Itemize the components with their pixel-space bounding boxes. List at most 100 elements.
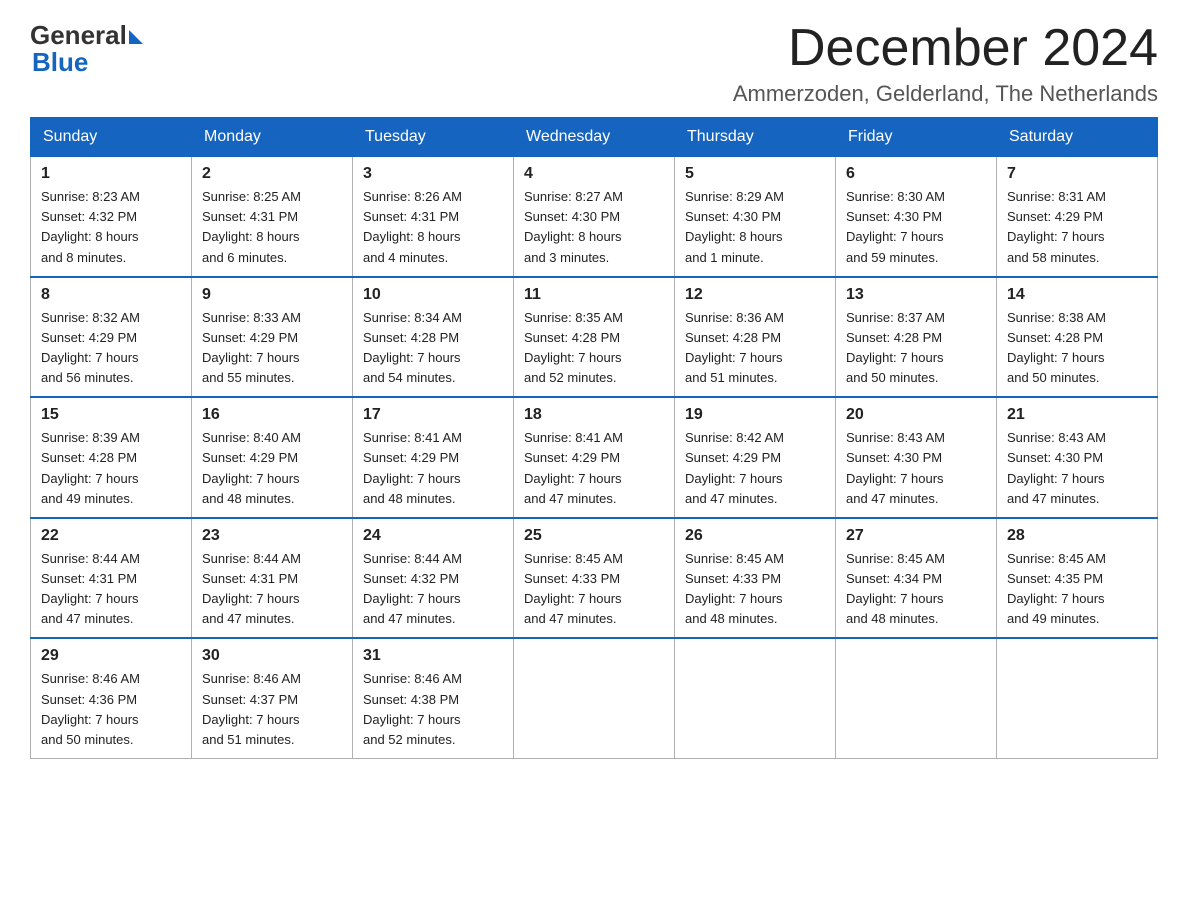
calendar-cell: 6 Sunrise: 8:30 AMSunset: 4:30 PMDaylight… [836,157,997,277]
calendar-cell: 5 Sunrise: 8:29 AMSunset: 4:30 PMDaylight… [675,157,836,277]
day-number: 27 [846,527,986,545]
calendar-week-row: 15 Sunrise: 8:39 AMSunset: 4:28 PMDayligh… [31,397,1158,518]
logo: General Blue [30,20,143,78]
calendar-cell: 31 Sunrise: 8:46 AMSunset: 4:38 PMDayligh… [353,638,514,758]
day-number: 17 [363,406,503,424]
day-info: Sunrise: 8:44 AMSunset: 4:31 PMDaylight:… [41,551,140,626]
calendar-week-row: 8 Sunrise: 8:32 AMSunset: 4:29 PMDaylight… [31,277,1158,398]
day-info: Sunrise: 8:35 AMSunset: 4:28 PMDaylight:… [524,310,623,385]
calendar-week-row: 1 Sunrise: 8:23 AMSunset: 4:32 PMDaylight… [31,157,1158,277]
day-number: 9 [202,286,342,304]
day-number: 13 [846,286,986,304]
calendar-cell: 17 Sunrise: 8:41 AMSunset: 4:29 PMDayligh… [353,397,514,518]
day-number: 31 [363,647,503,665]
calendar-cell: 14 Sunrise: 8:38 AMSunset: 4:28 PMDayligh… [997,277,1158,398]
day-info: Sunrise: 8:46 AMSunset: 4:38 PMDaylight:… [363,671,462,746]
day-info: Sunrise: 8:42 AMSunset: 4:29 PMDaylight:… [685,430,784,505]
logo-text-blue: Blue [32,47,143,78]
day-info: Sunrise: 8:37 AMSunset: 4:28 PMDaylight:… [846,310,945,385]
calendar-cell: 25 Sunrise: 8:45 AMSunset: 4:33 PMDayligh… [514,518,675,639]
day-number: 19 [685,406,825,424]
day-number: 30 [202,647,342,665]
calendar-cell: 24 Sunrise: 8:44 AMSunset: 4:32 PMDayligh… [353,518,514,639]
header: General Blue December 2024 Ammerzoden, G… [30,20,1158,107]
calendar-cell: 8 Sunrise: 8:32 AMSunset: 4:29 PMDaylight… [31,277,192,398]
day-info: Sunrise: 8:32 AMSunset: 4:29 PMDaylight:… [41,310,140,385]
day-number: 28 [1007,527,1147,545]
calendar-cell: 28 Sunrise: 8:45 AMSunset: 4:35 PMDayligh… [997,518,1158,639]
day-number: 8 [41,286,181,304]
calendar-cell: 11Sunrise: 8:35 AMSunset: 4:28 PMDayligh… [514,277,675,398]
day-info: Sunrise: 8:23 AMSunset: 4:32 PMDaylight:… [41,189,140,264]
calendar-cell: 10Sunrise: 8:34 AMSunset: 4:28 PMDayligh… [353,277,514,398]
day-number: 1 [41,165,181,183]
calendar-cell: 13 Sunrise: 8:37 AMSunset: 4:28 PMDayligh… [836,277,997,398]
calendar-cell [514,638,675,758]
calendar-cell [997,638,1158,758]
day-number: 16 [202,406,342,424]
day-info: Sunrise: 8:29 AMSunset: 4:30 PMDaylight:… [685,189,784,264]
calendar-cell: 18Sunrise: 8:41 AMSunset: 4:29 PMDayligh… [514,397,675,518]
location-title: Ammerzoden, Gelderland, The Netherlands [733,81,1158,107]
day-info: Sunrise: 8:44 AMSunset: 4:31 PMDaylight:… [202,551,301,626]
calendar-cell: 9 Sunrise: 8:33 AMSunset: 4:29 PMDaylight… [192,277,353,398]
day-info: Sunrise: 8:43 AMSunset: 4:30 PMDaylight:… [846,430,945,505]
day-number: 10 [363,286,503,304]
day-info: Sunrise: 8:45 AMSunset: 4:35 PMDaylight:… [1007,551,1106,626]
header-wednesday: Wednesday [514,118,675,157]
calendar-cell: 20Sunrise: 8:43 AMSunset: 4:30 PMDayligh… [836,397,997,518]
day-info: Sunrise: 8:31 AMSunset: 4:29 PMDaylight:… [1007,189,1106,264]
day-info: Sunrise: 8:38 AMSunset: 4:28 PMDaylight:… [1007,310,1106,385]
day-number: 25 [524,527,664,545]
day-info: Sunrise: 8:40 AMSunset: 4:29 PMDaylight:… [202,430,301,505]
header-sunday: Sunday [31,118,192,157]
day-info: Sunrise: 8:30 AMSunset: 4:30 PMDaylight:… [846,189,945,264]
title-area: December 2024 Ammerzoden, Gelderland, Th… [733,20,1158,107]
header-tuesday: Tuesday [353,118,514,157]
day-number: 23 [202,527,342,545]
calendar-cell [836,638,997,758]
day-info: Sunrise: 8:45 AMSunset: 4:34 PMDaylight:… [846,551,945,626]
day-info: Sunrise: 8:36 AMSunset: 4:28 PMDaylight:… [685,310,784,385]
calendar-cell: 16 Sunrise: 8:40 AMSunset: 4:29 PMDayligh… [192,397,353,518]
logo-triangle-icon [129,30,143,44]
day-number: 29 [41,647,181,665]
header-friday: Friday [836,118,997,157]
calendar-cell: 2 Sunrise: 8:25 AMSunset: 4:31 PMDaylight… [192,157,353,277]
calendar-cell: 23 Sunrise: 8:44 AMSunset: 4:31 PMDayligh… [192,518,353,639]
day-info: Sunrise: 8:26 AMSunset: 4:31 PMDaylight:… [363,189,462,264]
day-number: 7 [1007,165,1147,183]
day-info: Sunrise: 8:39 AMSunset: 4:28 PMDaylight:… [41,430,140,505]
day-number: 24 [363,527,503,545]
day-number: 4 [524,165,664,183]
header-saturday: Saturday [997,118,1158,157]
month-title: December 2024 [733,20,1158,77]
header-thursday: Thursday [675,118,836,157]
calendar-cell: 22 Sunrise: 8:44 AMSunset: 4:31 PMDayligh… [31,518,192,639]
day-number: 5 [685,165,825,183]
day-info: Sunrise: 8:25 AMSunset: 4:31 PMDaylight:… [202,189,301,264]
calendar-cell: 26 Sunrise: 8:45 AMSunset: 4:33 PMDayligh… [675,518,836,639]
day-number: 6 [846,165,986,183]
day-number: 2 [202,165,342,183]
day-info: Sunrise: 8:33 AMSunset: 4:29 PMDaylight:… [202,310,301,385]
calendar-cell: 7 Sunrise: 8:31 AMSunset: 4:29 PMDaylight… [997,157,1158,277]
calendar-header-row: SundayMondayTuesdayWednesdayThursdayFrid… [31,118,1158,157]
day-info: Sunrise: 8:45 AMSunset: 4:33 PMDaylight:… [524,551,623,626]
day-number: 12 [685,286,825,304]
day-info: Sunrise: 8:27 AMSunset: 4:30 PMDaylight:… [524,189,623,264]
day-number: 18 [524,406,664,424]
day-number: 15 [41,406,181,424]
day-info: Sunrise: 8:43 AMSunset: 4:30 PMDaylight:… [1007,430,1106,505]
calendar-cell: 3Sunrise: 8:26 AMSunset: 4:31 PMDaylight… [353,157,514,277]
calendar-week-row: 29 Sunrise: 8:46 AMSunset: 4:36 PMDayligh… [31,638,1158,758]
day-info: Sunrise: 8:45 AMSunset: 4:33 PMDaylight:… [685,551,784,626]
day-number: 14 [1007,286,1147,304]
day-info: Sunrise: 8:46 AMSunset: 4:36 PMDaylight:… [41,671,140,746]
day-info: Sunrise: 8:44 AMSunset: 4:32 PMDaylight:… [363,551,462,626]
day-number: 26 [685,527,825,545]
calendar-cell: 29 Sunrise: 8:46 AMSunset: 4:36 PMDayligh… [31,638,192,758]
day-number: 22 [41,527,181,545]
day-number: 21 [1007,406,1147,424]
day-info: Sunrise: 8:41 AMSunset: 4:29 PMDaylight:… [363,430,462,505]
